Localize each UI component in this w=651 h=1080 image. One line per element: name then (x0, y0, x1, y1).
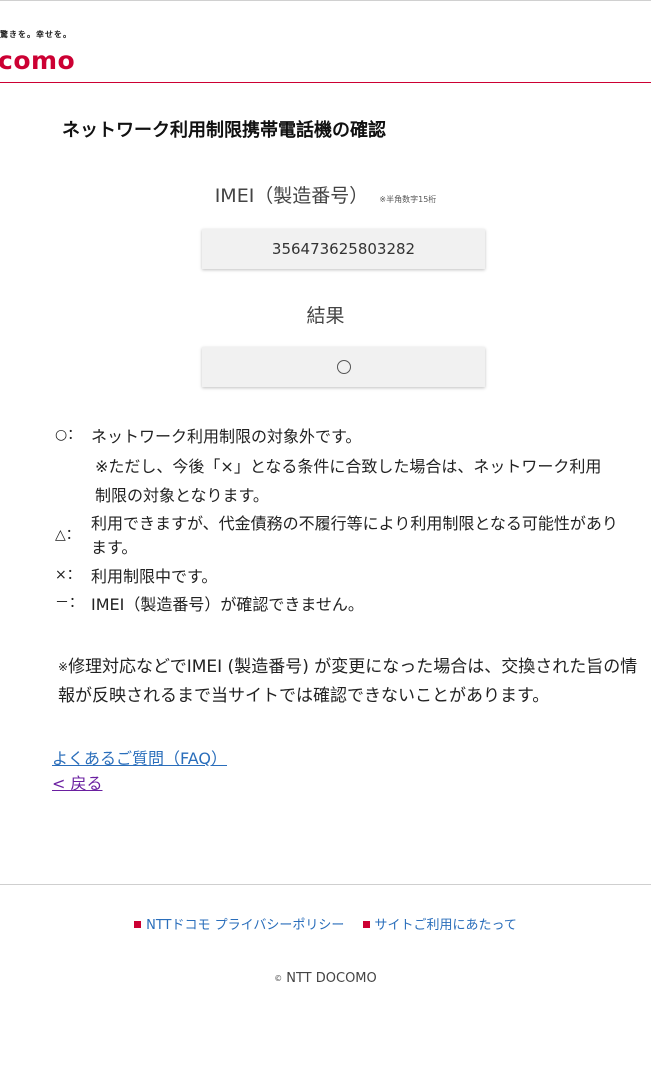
imei-value: 356473625803282 (271, 240, 416, 258)
copyright-text: NTT DOCOMO (286, 971, 377, 986)
legend-item-ok-note: ※ただし、今後「×」となる条件に合致した場合は、ネットワーク利用制限の対象となり… (95, 457, 602, 505)
square-bullet-icon (134, 921, 142, 928)
copyright: © NTT DOCOMO (0, 971, 651, 986)
legend-text: 利用できますが、代金債務の不履行等により利用制限となる可能性があります。 (91, 514, 618, 557)
brand-tagline: 驚きを。幸せを。 (0, 30, 72, 39)
legend-text: IMEI（製造番号）が確認できません。 (91, 595, 364, 614)
legend-item-caution: △： 利用できますが、代金債務の不履行等により利用制限となる可能性があります。 (55, 512, 631, 560)
legend-text: 利用制限中です。 (91, 567, 218, 586)
result-field (202, 347, 485, 387)
copyright-icon: © (274, 974, 283, 983)
imei-label-row: IMEI（製造番号） ※半角数字15桁 (0, 181, 651, 208)
square-bullet-icon (362, 921, 370, 928)
legend-symbol: －： (55, 595, 83, 611)
footer-divider (0, 884, 651, 885)
footnote-text: 修理対応などでIMEI (製造番号) が変更になった場合は、交換された旨の情報が… (58, 657, 638, 706)
imei-note: ※半角数字15桁 (379, 195, 437, 204)
docomo-logo[interactable]: como (0, 46, 75, 75)
result-circle-icon (336, 360, 351, 374)
page-title: ネットワーク利用制限携帯電話機の確認 (62, 120, 386, 141)
legend-symbol: △： (55, 527, 80, 543)
imei-field: 356473625803282 (202, 229, 485, 269)
site-terms-link[interactable]: サイトご利用にあたって (362, 914, 517, 933)
imei-change-note: ※修理対応などでIMEI (製造番号) が変更になった場合は、交換された旨の情報… (58, 653, 638, 711)
privacy-policy-label: NTTドコモ プライバシーポリシー (146, 918, 345, 933)
top-border (0, 0, 651, 1)
legend-item-restricted: ×： 利用制限中です。 (55, 564, 631, 590)
back-link[interactable]: < 戻る (52, 770, 103, 794)
site-terms-label: サイトご利用にあたって (374, 918, 517, 933)
imei-label: IMEI（製造番号） (214, 185, 369, 207)
header-divider (0, 82, 651, 83)
faq-link[interactable]: よくあるご質問（FAQ） (52, 745, 227, 769)
legend-text: ネットワーク利用制限の対象外です。 (91, 427, 362, 446)
legend-symbol: ○： (55, 427, 82, 443)
legend-item-unknown: －： IMEI（製造番号）が確認できません。 (55, 592, 631, 618)
footer-links: NTTドコモ プライバシーポリシー サイトご利用にあたって (0, 914, 651, 933)
privacy-policy-link[interactable]: NTTドコモ プライバシーポリシー (134, 914, 344, 933)
legend-symbol: ×： (55, 567, 81, 583)
legend-item-ok: ○： ネットワーク利用制限の対象外です。 (55, 424, 631, 450)
result-label: 結果 (306, 305, 345, 327)
footnote-mark: ※ (58, 660, 69, 674)
